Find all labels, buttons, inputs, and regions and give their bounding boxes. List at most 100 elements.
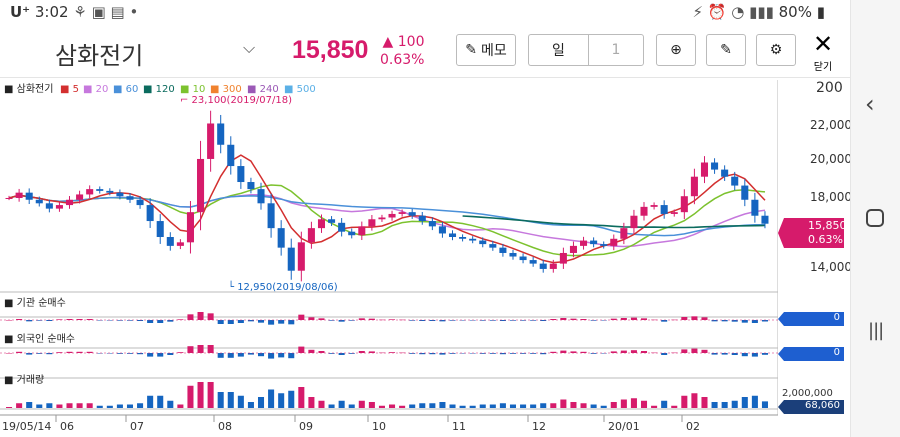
candle-body	[479, 240, 487, 245]
stock-name[interactable]: 삼화전기	[55, 36, 143, 71]
volume-bar	[711, 402, 718, 408]
candle-body	[438, 226, 446, 234]
volume-bar	[66, 403, 73, 408]
x-tick-label: 06	[60, 420, 74, 433]
candle-body	[549, 263, 557, 269]
candle-body	[398, 212, 406, 214]
volume-bar	[509, 404, 517, 408]
legend-item: ■ 300	[210, 84, 242, 95]
price-change: ▲ 100 0.63%	[380, 33, 424, 69]
x-tick-label: 20/01	[608, 420, 640, 433]
period-count: 1	[611, 42, 621, 58]
low-annotation: └ 12,950(2019/08/06)	[228, 280, 338, 293]
candle-body	[257, 189, 265, 204]
volume-bar	[721, 402, 728, 408]
volume-bar	[217, 392, 224, 408]
candle-body	[156, 221, 164, 238]
candle-body	[166, 237, 174, 246]
volume-bar	[540, 403, 547, 408]
candle-body	[76, 194, 84, 200]
vol-value-tag: 68,060	[778, 400, 844, 414]
candle-body	[96, 189, 104, 191]
candle-body	[5, 197, 13, 199]
volume-bar	[761, 401, 768, 408]
candle-body	[539, 263, 547, 269]
inst-bar	[197, 312, 204, 320]
inst-bar	[157, 320, 164, 323]
current-price: 15,850	[292, 36, 369, 64]
status-right: ⚡ ⏰ ◔ ▮▮▮ 80% ▮	[692, 3, 825, 21]
close-button[interactable]: ✕ 닫기	[808, 30, 838, 73]
volume-bar	[469, 405, 476, 408]
home-icon[interactable]	[866, 209, 884, 227]
volume-bar	[751, 395, 758, 408]
candle-body	[348, 231, 356, 236]
volume-bar	[56, 404, 63, 408]
pen-icon: ✎	[720, 42, 732, 58]
volume-bar	[247, 402, 254, 408]
foreign-value-tag: 0	[778, 347, 844, 361]
close-label: 닫기	[813, 62, 833, 73]
recents-icon[interactable]: |||	[868, 320, 884, 341]
crosshair-button[interactable]: ⊕	[656, 34, 696, 66]
inst-bar	[217, 320, 224, 324]
candle-body	[509, 252, 517, 257]
foreign-bar	[741, 353, 748, 357]
price-chart[interactable]: ■ 삼화전기 ■ 5 ■ 20 ■ 60 ■ 120 ■ 10 ■ 300 ■ 240 ■ 50…	[0, 80, 850, 437]
legend-name: ■ 삼화전기	[4, 83, 53, 95]
current-price-tag: 15,850 0.63%	[778, 218, 844, 248]
candle-body	[106, 190, 114, 193]
back-icon[interactable]: ‹	[865, 90, 875, 118]
candle-body	[338, 222, 346, 232]
candle-body	[55, 205, 63, 209]
candle-body	[559, 252, 567, 264]
axis-top-value: 200	[816, 80, 843, 96]
volume-bar	[227, 392, 234, 408]
memo-icon: ✎	[465, 42, 477, 58]
volume-bar	[378, 405, 385, 408]
volume-bar	[691, 393, 698, 408]
inst-bar	[278, 320, 285, 324]
period-count-input[interactable]: 1	[588, 34, 644, 66]
volume-bar	[137, 403, 144, 408]
ma-line-40	[8, 194, 766, 237]
chart-area[interactable]: ■ 삼화전기 ■ 5 ■ 20 ■ 60 ■ 120 ■ 10 ■ 300 ■ 240 ■ 50…	[0, 80, 850, 437]
app-screen: { "status": {"carrier":"U⁺","time":"3:02…	[0, 0, 900, 437]
volume-bar	[610, 402, 617, 408]
volume-bar	[308, 397, 315, 408]
x-tick-label: 07	[130, 420, 144, 433]
candle-body	[237, 166, 245, 183]
candle-body	[358, 226, 366, 236]
draw-button[interactable]: ✎	[706, 34, 746, 66]
candle-body	[45, 203, 53, 209]
candle-body	[751, 199, 759, 216]
legend-item: ■ 10	[180, 84, 205, 95]
volume-bar	[26, 402, 33, 408]
foreign-bar	[298, 346, 305, 353]
volume-bar	[731, 400, 738, 408]
volume-bar	[86, 403, 93, 408]
memo-button[interactable]: ✎ 메모	[456, 34, 516, 66]
candle-body	[721, 169, 729, 177]
candle-body	[519, 256, 527, 261]
settings-button[interactable]: ⚙	[756, 34, 796, 66]
status-icons: ⚡ ⏰ ◔ ▮▮▮	[692, 3, 779, 21]
candle-body	[469, 238, 477, 241]
volume-bar	[338, 400, 345, 408]
candle-body	[660, 205, 668, 214]
volume-bar	[348, 404, 355, 408]
inst-bar	[268, 320, 275, 325]
volume-bar	[207, 382, 214, 408]
foreign-bar	[701, 349, 708, 353]
volume-bar	[620, 399, 627, 408]
volume-bar	[570, 402, 577, 408]
chevron-down-icon[interactable]: ⌵	[243, 38, 255, 58]
legend-item: ■ 240	[247, 84, 279, 95]
volume-bar	[126, 404, 134, 408]
period-select[interactable]: 일	[528, 34, 588, 66]
volume-bar	[640, 400, 648, 408]
foreign-bar	[630, 350, 637, 353]
volume-bar	[177, 404, 184, 408]
inst-panel-label: ■ 기관 순매수	[4, 297, 66, 309]
volume-bar	[318, 400, 325, 408]
